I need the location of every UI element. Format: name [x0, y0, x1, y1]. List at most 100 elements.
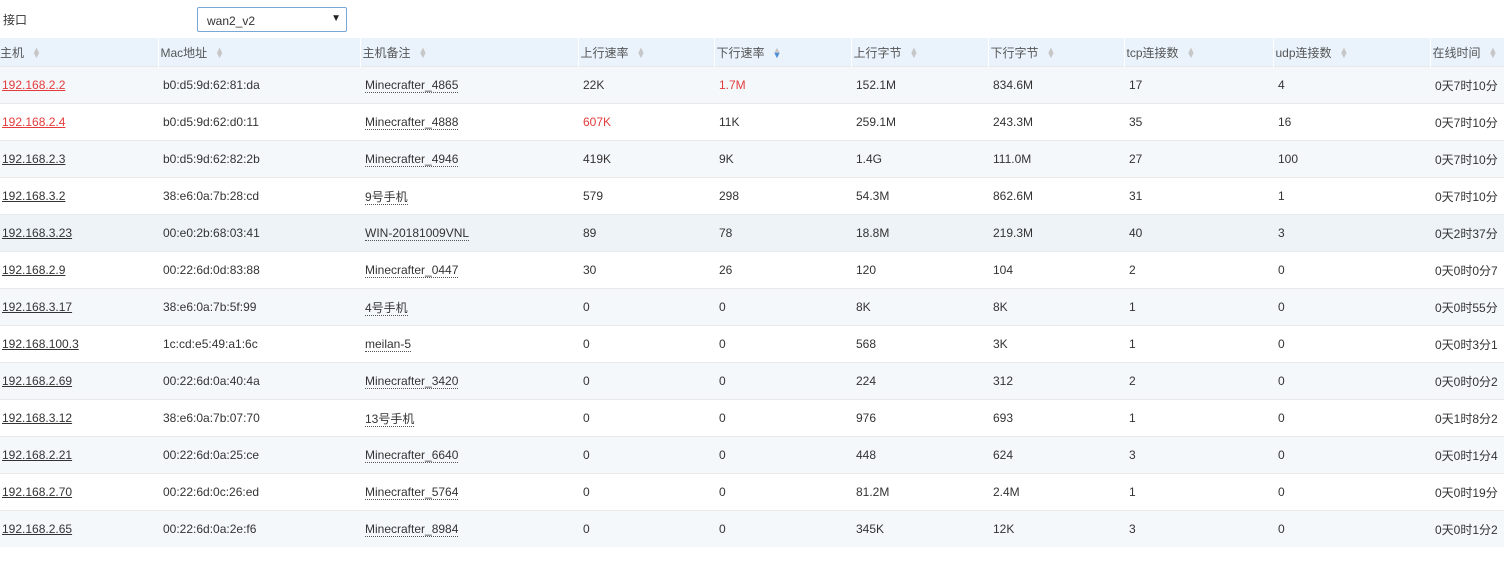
host-note-link[interactable]: 9号手机 [365, 189, 408, 205]
cell-udp: 1 [1273, 177, 1430, 215]
cell-value: 0天0时1分2 [1435, 522, 1498, 537]
column-header-tcp[interactable]: tcp连接数 ▲ ▼ [1123, 38, 1273, 67]
cell-value: 81.2M [856, 485, 890, 499]
cell-tcp: 3 [1124, 436, 1273, 474]
column-header-note[interactable]: 主机备注 ▲ ▼ [359, 38, 578, 67]
cell-value: 0天7时10分 [1435, 189, 1498, 204]
cell-down-bytes: 312 [988, 362, 1124, 400]
table-row: 192.168.3.12 38:e6:0a:7b:07:70 13号手机 0 0 976 6… [0, 399, 1504, 437]
host-link[interactable]: 192.168.3.17 [2, 300, 72, 314]
host-link[interactable]: 192.168.2.9 [2, 263, 65, 277]
cell-value: 00:22:6d:0d:83:88 [163, 263, 260, 277]
host-note-link[interactable]: Minecrafter_0447 [365, 263, 459, 278]
cell-note: Minecrafter_8984 [360, 510, 578, 547]
column-header-udp[interactable]: udp连接数 ▲ ▼ [1272, 38, 1430, 67]
cell-value: 0天7时10分 [1435, 115, 1498, 130]
host-note-link[interactable]: Minecrafter_4888 [365, 115, 459, 130]
interface-select[interactable]: wan2_v2 ▼ [197, 7, 347, 32]
sort-icon[interactable]: ▲ ▼ [1047, 46, 1056, 60]
host-link[interactable]: 192.168.2.21 [2, 448, 72, 462]
table-row: 192.168.2.9 00:22:6d:0d:83:88 Minecrafter_… [0, 251, 1504, 289]
sort-icon[interactable]: ▲ ▼ [419, 46, 428, 60]
cell-tcp: 2 [1124, 362, 1273, 400]
sort-icon[interactable]: ▲ ▼ [1187, 46, 1196, 60]
interface-select-value: wan2_v2 [207, 14, 256, 28]
cell-value: 1.7M [719, 78, 746, 92]
column-header-down-rate[interactable]: 下行速率 ▲ ▼ [713, 38, 851, 67]
cell-value: 0天0时0分2 [1435, 374, 1498, 389]
cell-down-rate: 0 [714, 362, 851, 400]
column-header-online[interactable]: 在线时间 ▲ ▼ [1429, 38, 1504, 67]
cell-value: 26 [719, 263, 733, 277]
cell-udp: 0 [1273, 325, 1430, 363]
sort-icon[interactable]: ▲ ▼ [1340, 46, 1349, 60]
host-note-link[interactable]: Minecrafter_6640 [365, 448, 459, 463]
cell-value: 0 [719, 300, 726, 314]
host-note-link[interactable]: Minecrafter_4946 [365, 152, 459, 167]
table-row: 192.168.3.17 38:e6:0a:7b:5f:99 4号手机 0 0 8K 8K 1… [0, 288, 1504, 326]
host-link[interactable]: 192.168.2.65 [2, 522, 72, 536]
cell-mac: 38:e6:0a:7b:5f:99 [158, 288, 360, 326]
host-link[interactable]: 192.168.3.12 [2, 411, 72, 425]
cell-tcp: 3 [1124, 510, 1273, 547]
cell-value: 0 [719, 411, 726, 425]
host-link[interactable]: 192.168.2.3 [2, 152, 65, 166]
cell-value: 693 [993, 411, 1014, 425]
cell-host: 192.168.2.9 [0, 251, 158, 289]
sort-icon[interactable]: ▲ ▼ [637, 46, 646, 60]
column-header-mac[interactable]: Mac地址 ▲ ▼ [157, 38, 360, 67]
host-note-link[interactable]: Minecrafter_4865 [365, 78, 459, 93]
host-link[interactable]: 192.168.2.70 [2, 485, 72, 499]
sort-icon[interactable]: ▲ ▼ [910, 46, 919, 60]
cell-down-rate: 11K [714, 103, 851, 141]
host-link[interactable]: 192.168.100.3 [2, 337, 79, 351]
cell-tcp: 1 [1124, 325, 1273, 363]
cell-value: 259.1M [856, 115, 897, 129]
host-link[interactable]: 192.168.2.69 [2, 374, 72, 388]
cell-host: 192.168.2.70 [0, 473, 158, 511]
cell-up-rate: 0 [578, 362, 714, 400]
column-header-label: 下行字节 [990, 45, 1039, 60]
cell-mac: 00:22:6d:0c:26:ed [158, 473, 360, 511]
cell-value: 1 [1278, 189, 1285, 203]
sort-icon[interactable]: ▲ ▼ [215, 46, 224, 60]
cell-value: 12K [993, 522, 1015, 536]
column-header-up-rate[interactable]: 上行速率 ▲ ▼ [577, 38, 714, 67]
cell-value: 862.6M [993, 189, 1034, 203]
column-header-label: 上行字节 [853, 45, 902, 60]
cell-value: 0天0时1分4 [1435, 448, 1498, 463]
host-note-link[interactable]: Minecrafter_8984 [365, 522, 459, 537]
host-note-link[interactable]: 13号手机 [365, 411, 415, 427]
cell-value: 834.6M [993, 78, 1034, 92]
cell-value: 2 [1129, 263, 1136, 277]
cell-value: 1c:cd:e5:49:a1:6c [163, 337, 258, 351]
host-link[interactable]: 192.168.2.2 [2, 78, 65, 92]
cell-value: 312 [993, 374, 1014, 388]
host-note-link[interactable]: Minecrafter_5764 [365, 485, 459, 500]
host-note-link[interactable]: 4号手机 [365, 300, 408, 316]
host-note-link[interactable]: WIN-20181009VNL [365, 226, 470, 241]
host-link[interactable]: 192.168.2.4 [2, 115, 65, 129]
cell-value: 22K [583, 78, 605, 92]
cell-down-rate: 0 [714, 399, 851, 437]
sort-icon[interactable]: ▲ ▼ [32, 46, 41, 60]
column-header-down-bytes[interactable]: 下行字节 ▲ ▼ [987, 38, 1124, 67]
cell-up-rate: 0 [578, 510, 714, 547]
cell-down-bytes: 104 [988, 251, 1124, 289]
cell-value: 0 [1278, 485, 1285, 499]
sort-icon[interactable]: ▲ ▼ [773, 46, 782, 60]
host-link[interactable]: 192.168.3.23 [2, 226, 72, 240]
cell-up-rate: 22K [578, 66, 714, 104]
cell-tcp: 40 [1124, 214, 1273, 252]
cell-up-bytes: 8K [851, 288, 988, 326]
cell-value: 0天1时8分2 [1435, 411, 1498, 426]
host-note-link[interactable]: meilan-5 [365, 337, 412, 352]
host-link[interactable]: 192.168.3.2 [2, 189, 65, 203]
cell-up-rate: 0 [578, 288, 714, 326]
column-header-up-bytes[interactable]: 上行字节 ▲ ▼ [850, 38, 988, 67]
cell-udp: 3 [1273, 214, 1430, 252]
column-header-host[interactable]: 主机 ▲ ▼ [0, 38, 158, 67]
cell-value: 0 [583, 522, 590, 536]
sort-icon[interactable]: ▲ ▼ [1489, 46, 1498, 60]
host-note-link[interactable]: Minecrafter_3420 [365, 374, 459, 389]
